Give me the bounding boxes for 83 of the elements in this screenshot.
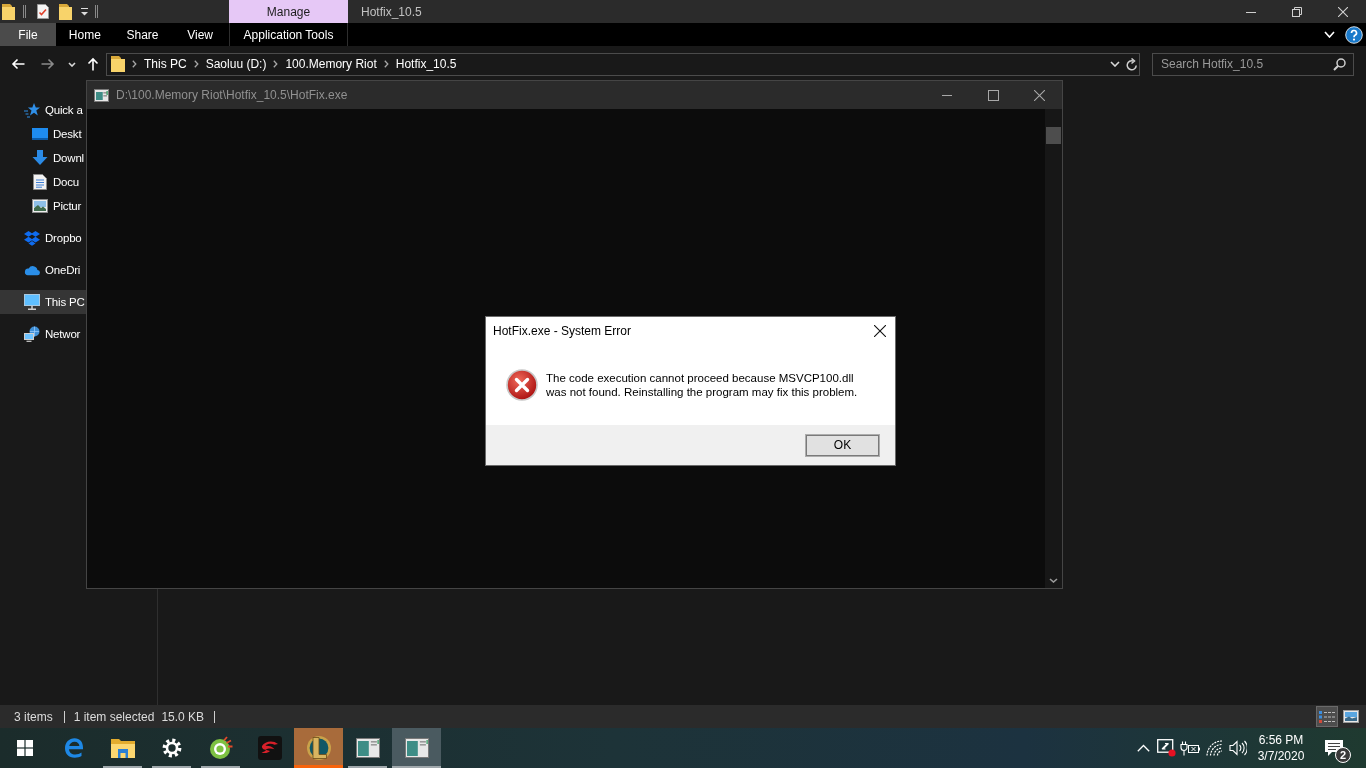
- star-icon: [24, 102, 40, 118]
- scrollbar-thumb[interactable]: [1046, 127, 1061, 144]
- windows-logo-icon: [16, 740, 33, 756]
- folder-icon: [111, 56, 125, 72]
- chevron-up-icon: [1136, 744, 1150, 752]
- folder-icon[interactable]: [59, 3, 72, 20]
- error-message: The code execution cannot proceed because MSVCP100.dll was not found. Reinstalling the program may fix this problem.: [546, 371, 858, 399]
- close-icon: [874, 325, 886, 337]
- selection-count: 1 item selected: [73, 709, 155, 724]
- breadcrumb[interactable]: This PC: [144, 57, 187, 71]
- scroll-down-icon[interactable]: [1049, 578, 1058, 583]
- notification-button[interactable]: 2: [1312, 728, 1356, 768]
- scrollbar[interactable]: [1045, 109, 1062, 588]
- search-field[interactable]: Search Hotfix_10.5: [1152, 52, 1354, 76]
- console-window-title: D:\100.Memory Riot\Hotfix_10.5\HotFix.exe: [116, 88, 348, 102]
- plug-battery-icon: [1180, 740, 1200, 756]
- download-arrow-icon: [32, 150, 48, 166]
- ribbon-tab[interactable]: View: [171, 23, 229, 46]
- sidebar-item[interactable]: Deskt: [0, 122, 86, 146]
- details-view-icon: [1319, 709, 1335, 724]
- large-icons-view-icon: [1343, 710, 1359, 723]
- round-emblem-icon: [305, 735, 332, 761]
- desktop-icon: [32, 127, 48, 141]
- cloud-icon: [24, 264, 40, 276]
- app-window-icon: [94, 88, 109, 102]
- refresh-icon[interactable]: [1126, 57, 1138, 71]
- restore-icon: [1292, 6, 1302, 17]
- sidebar-item[interactable]: Pictur: [0, 194, 86, 218]
- picture-icon: [32, 199, 48, 213]
- sidebar-item[interactable]: Quick a: [0, 98, 86, 122]
- chevron-right-icon: [132, 60, 137, 68]
- customize-dropdown-icon[interactable]: [80, 6, 89, 17]
- forward-arrow-icon[interactable]: [41, 58, 55, 70]
- chevron-right-icon: [193, 60, 199, 68]
- network-icon: [24, 326, 40, 342]
- folder-icon[interactable]: [2, 3, 15, 20]
- clock-button[interactable]: 6:56 PM 3/7/2020: [1250, 728, 1312, 768]
- sidebar-item[interactable]: Downl: [0, 146, 86, 170]
- speaker-icon: [1229, 740, 1247, 756]
- selection-size: 15.0 KB: [161, 709, 205, 724]
- chevron-right-icon: [383, 60, 389, 68]
- wifi-icon: [1205, 740, 1223, 756]
- ring-logo-icon: [208, 736, 233, 760]
- address-bar[interactable]: This PC Saoluu (D:) 100.Memory Riot Hotfix_10.5: [106, 52, 1140, 76]
- document-icon: [32, 174, 48, 190]
- sidebar-item[interactable]: Networ: [0, 322, 86, 346]
- gear-icon: [161, 738, 182, 758]
- details-view-button[interactable]: [1316, 706, 1338, 727]
- search-icon[interactable]: [1333, 57, 1346, 71]
- app-window-icon: [404, 738, 429, 758]
- close-icon: [1033, 89, 1045, 101]
- item-count: 3 items: [14, 709, 53, 724]
- sidebar-item[interactable]: OneDri: [0, 258, 86, 282]
- up-arrow-icon[interactable]: [87, 57, 99, 71]
- folder-icon: [110, 737, 135, 759]
- ok-button[interactable]: OK: [805, 433, 880, 457]
- computer-icon: [24, 294, 40, 310]
- window-title: Hotfix_10.5: [361, 4, 422, 19]
- caret-down-icon[interactable]: [1110, 61, 1120, 67]
- caret-down-icon[interactable]: [68, 61, 76, 67]
- contextual-tab-group: Manage: [229, 0, 348, 23]
- close-icon: [1338, 6, 1348, 17]
- sidebar-item[interactable]: Docu: [0, 170, 86, 194]
- file-tab[interactable]: File: [0, 23, 56, 46]
- sidebar-item[interactable]: Dropbo: [0, 226, 86, 250]
- maximize-icon: [987, 89, 999, 101]
- sidebar-item[interactable]: This PC: [0, 290, 86, 314]
- breadcrumb[interactable]: 100.Memory Riot: [285, 57, 377, 71]
- ribbon-tab[interactable]: Share: [113, 23, 172, 46]
- chevron-right-icon: [273, 60, 279, 68]
- ribbon-tab[interactable]: Home: [56, 23, 114, 46]
- screen-arrows-icon: [1156, 739, 1176, 757]
- expand-ribbon-icon[interactable]: [1324, 31, 1335, 38]
- dropbox-icon: [24, 230, 40, 246]
- swirl-logo-icon: [257, 736, 282, 760]
- app-window-icon: [355, 738, 380, 758]
- back-arrow-icon[interactable]: [11, 58, 25, 70]
- help-icon[interactable]: [1345, 25, 1363, 44]
- breadcrumb[interactable]: Hotfix_10.5: [395, 57, 457, 71]
- breadcrumb[interactable]: Saoluu (D:): [205, 57, 267, 71]
- dialog-title: HotFix.exe - System Error: [493, 324, 632, 338]
- checklist-icon[interactable]: [37, 4, 49, 19]
- error-icon: [506, 369, 538, 401]
